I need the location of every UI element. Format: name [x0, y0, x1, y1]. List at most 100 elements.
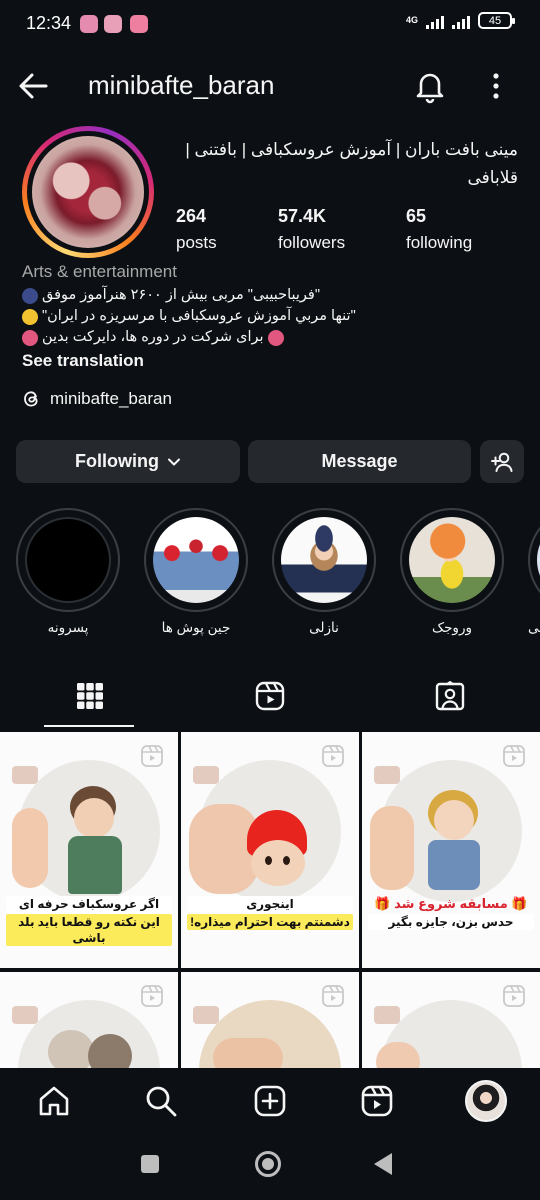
notification-instagram-icon — [130, 15, 148, 33]
reel-badge-icon — [141, 745, 163, 767]
brand-logo — [12, 1006, 38, 1024]
stat-following[interactable]: 65 following — [406, 206, 472, 253]
highlight-cover — [272, 508, 376, 612]
message-button-label: Message — [321, 451, 398, 471]
post-caption-line1: اینجوری — [187, 896, 353, 912]
highlight-item[interactable]: وروجک — [400, 508, 504, 636]
post-thumbnail[interactable] — [181, 972, 359, 1068]
notifications-bell-icon[interactable] — [410, 66, 450, 106]
post-thumbnail[interactable]: 🎁 مسابقه شروع شد 🎁 حدس بزن، جایزه بگیر — [362, 732, 540, 968]
message-button[interactable]: Message — [248, 440, 471, 483]
stat-posts[interactable]: 264 posts — [176, 206, 217, 253]
reel-badge-icon — [503, 985, 525, 1007]
brand-logo — [193, 1006, 219, 1024]
brand-logo — [374, 1006, 400, 1024]
highlight-label: نازلی — [309, 620, 339, 635]
yarn-emoji-icon — [267, 329, 284, 346]
post-thumbnail[interactable]: اینجوری دشمنتم بهت احترام میذاره! — [181, 732, 359, 968]
post-thumbnail[interactable] — [362, 972, 540, 1068]
status-indicators: 4G 45 — [405, 12, 515, 29]
highlight-cover — [16, 508, 120, 612]
brand-logo — [193, 766, 219, 784]
highlight-label: نی — [528, 620, 540, 635]
profile-bio: "فریباحبیبی" مربی بیش از ۲۶۰۰ هنرآموز مو… — [22, 285, 362, 348]
tab-reels[interactable] — [248, 676, 292, 716]
highlight-item[interactable]: نازلی — [272, 508, 376, 636]
cool-face-emoji-icon — [22, 308, 38, 325]
signal-icon — [426, 13, 444, 29]
yarn-emoji-icon — [22, 329, 38, 346]
back-triangle-icon[interactable] — [374, 1153, 392, 1175]
post-caption-line2: حدس بزن، جایزه بگیر — [368, 914, 534, 930]
back-arrow-icon[interactable] — [14, 66, 54, 106]
add-person-icon — [491, 452, 513, 472]
highlight-label: وروجک — [432, 620, 472, 635]
highlight-label: پسرونه — [47, 620, 89, 635]
post-caption-line2: این نکته رو قطعا باید بلد باشی — [6, 914, 172, 946]
bio-line-2: "تنها مربي آموزش عروسکبافی با مرسریزه در… — [42, 308, 356, 324]
signal2-icon — [452, 13, 470, 29]
notification-app-icon — [104, 15, 122, 33]
threads-icon — [24, 391, 38, 407]
grid-icon — [77, 683, 103, 709]
see-translation-link[interactable]: See translation — [22, 351, 144, 371]
following-button[interactable]: Following — [16, 440, 240, 483]
nav-create[interactable] — [249, 1080, 291, 1122]
instagram-profile-screen: 12:34 4G 45 minibafte_baran مینی بافت با… — [0, 0, 540, 1200]
profile-avatar[interactable] — [22, 126, 154, 258]
bio-line-3: برای شرکت در دوره ها، دایرکت بدین — [42, 329, 264, 345]
post-thumbnail[interactable]: اگر عروسکباف حرفه ای هستی این نکته رو قط… — [0, 732, 178, 968]
suggested-people-button[interactable] — [480, 440, 524, 483]
recent-apps-icon[interactable] — [141, 1155, 159, 1173]
battery-icon: 45 — [478, 12, 515, 29]
stat-posts-value: 264 — [176, 206, 207, 226]
header-username: minibafte_baran — [88, 70, 275, 100]
reel-badge-icon — [322, 745, 344, 767]
profile-avatar-small — [465, 1080, 507, 1122]
following-button-label: Following — [75, 451, 159, 471]
highlight-item[interactable]: نی — [528, 508, 540, 636]
nav-search[interactable] — [140, 1080, 182, 1122]
threads-link[interactable]: minibafte_baran — [22, 389, 172, 409]
stat-posts-label: posts — [176, 233, 217, 252]
reel-badge-icon — [503, 745, 525, 767]
network-type: 4G — [405, 15, 418, 25]
reels-icon — [255, 681, 285, 711]
nav-profile[interactable] — [465, 1080, 507, 1122]
highlight-item[interactable]: جین پوش ها — [144, 508, 248, 636]
reel-badge-icon — [322, 985, 344, 1007]
post-caption-line2: دشمنتم بهت احترام میذاره! — [187, 914, 353, 930]
status-time: 12:34 — [26, 13, 72, 33]
plus-square-icon — [254, 1085, 286, 1117]
tab-tagged[interactable] — [428, 676, 472, 716]
home-icon — [39, 1086, 69, 1116]
stat-followers-value: 57.4K — [278, 206, 327, 226]
bio-line-1: "فریباحبیبی" مربی بیش از ۲۶۰۰ هنرآموز مو… — [42, 287, 320, 303]
graduate-emoji-icon — [22, 287, 38, 304]
profile-full-name: مینی بافت باران | آموزش عروسکبافی | بافت… — [185, 140, 518, 187]
brand-logo — [12, 766, 38, 784]
threads-handle: minibafte_baran — [50, 389, 172, 408]
stat-following-label: following — [406, 233, 473, 252]
highlight-cover — [400, 508, 504, 612]
notification-telegram-icon — [80, 15, 98, 33]
active-tab-indicator — [44, 725, 134, 727]
post-caption-line1: 🎁 مسابقه شروع شد 🎁 — [374, 896, 528, 911]
chevron-down-icon — [167, 458, 180, 465]
reels-icon — [361, 1085, 393, 1117]
highlight-cover — [144, 508, 248, 612]
more-options-icon[interactable] — [478, 66, 514, 106]
nav-home[interactable] — [33, 1080, 75, 1122]
stat-followers[interactable]: 57.4K followers — [278, 206, 345, 253]
stat-following-value: 65 — [406, 206, 427, 226]
stat-followers-label: followers — [278, 233, 346, 252]
search-icon — [146, 1086, 177, 1117]
reel-badge-icon — [141, 985, 163, 1007]
home-circle-icon[interactable] — [255, 1151, 281, 1177]
tab-posts-grid[interactable] — [68, 676, 112, 716]
nav-reels[interactable] — [356, 1080, 398, 1122]
tagged-person-icon — [435, 681, 465, 711]
highlight-item[interactable]: پسرونه — [16, 508, 120, 636]
profile-category: Arts & entertainment — [22, 262, 177, 281]
post-thumbnail[interactable] — [0, 972, 178, 1068]
